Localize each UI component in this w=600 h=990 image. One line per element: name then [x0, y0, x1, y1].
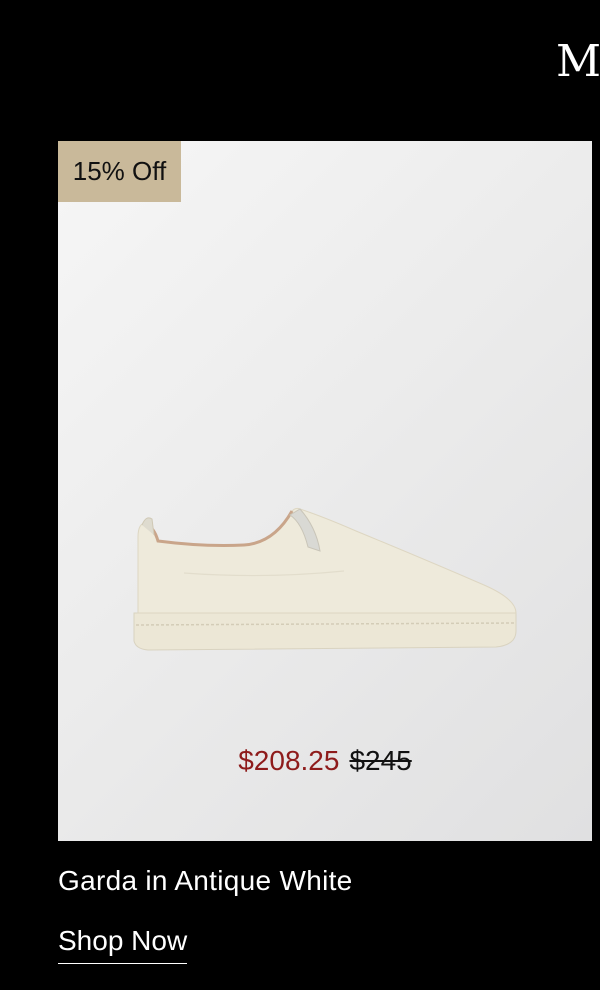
product-image[interactable]: [124, 501, 524, 661]
original-price: $245: [349, 745, 412, 776]
product-card[interactable]: 15% Off $208.25 $245: [58, 141, 592, 841]
sale-price: $208.25: [238, 745, 340, 776]
discount-badge: 15% Off: [58, 141, 181, 202]
shop-now-link[interactable]: Shop Now: [58, 922, 188, 964]
product-name[interactable]: Garda in Antique White: [58, 862, 353, 900]
brand-logo[interactable]: M: [556, 36, 600, 88]
price-row: $208.25 $245: [58, 741, 592, 781]
